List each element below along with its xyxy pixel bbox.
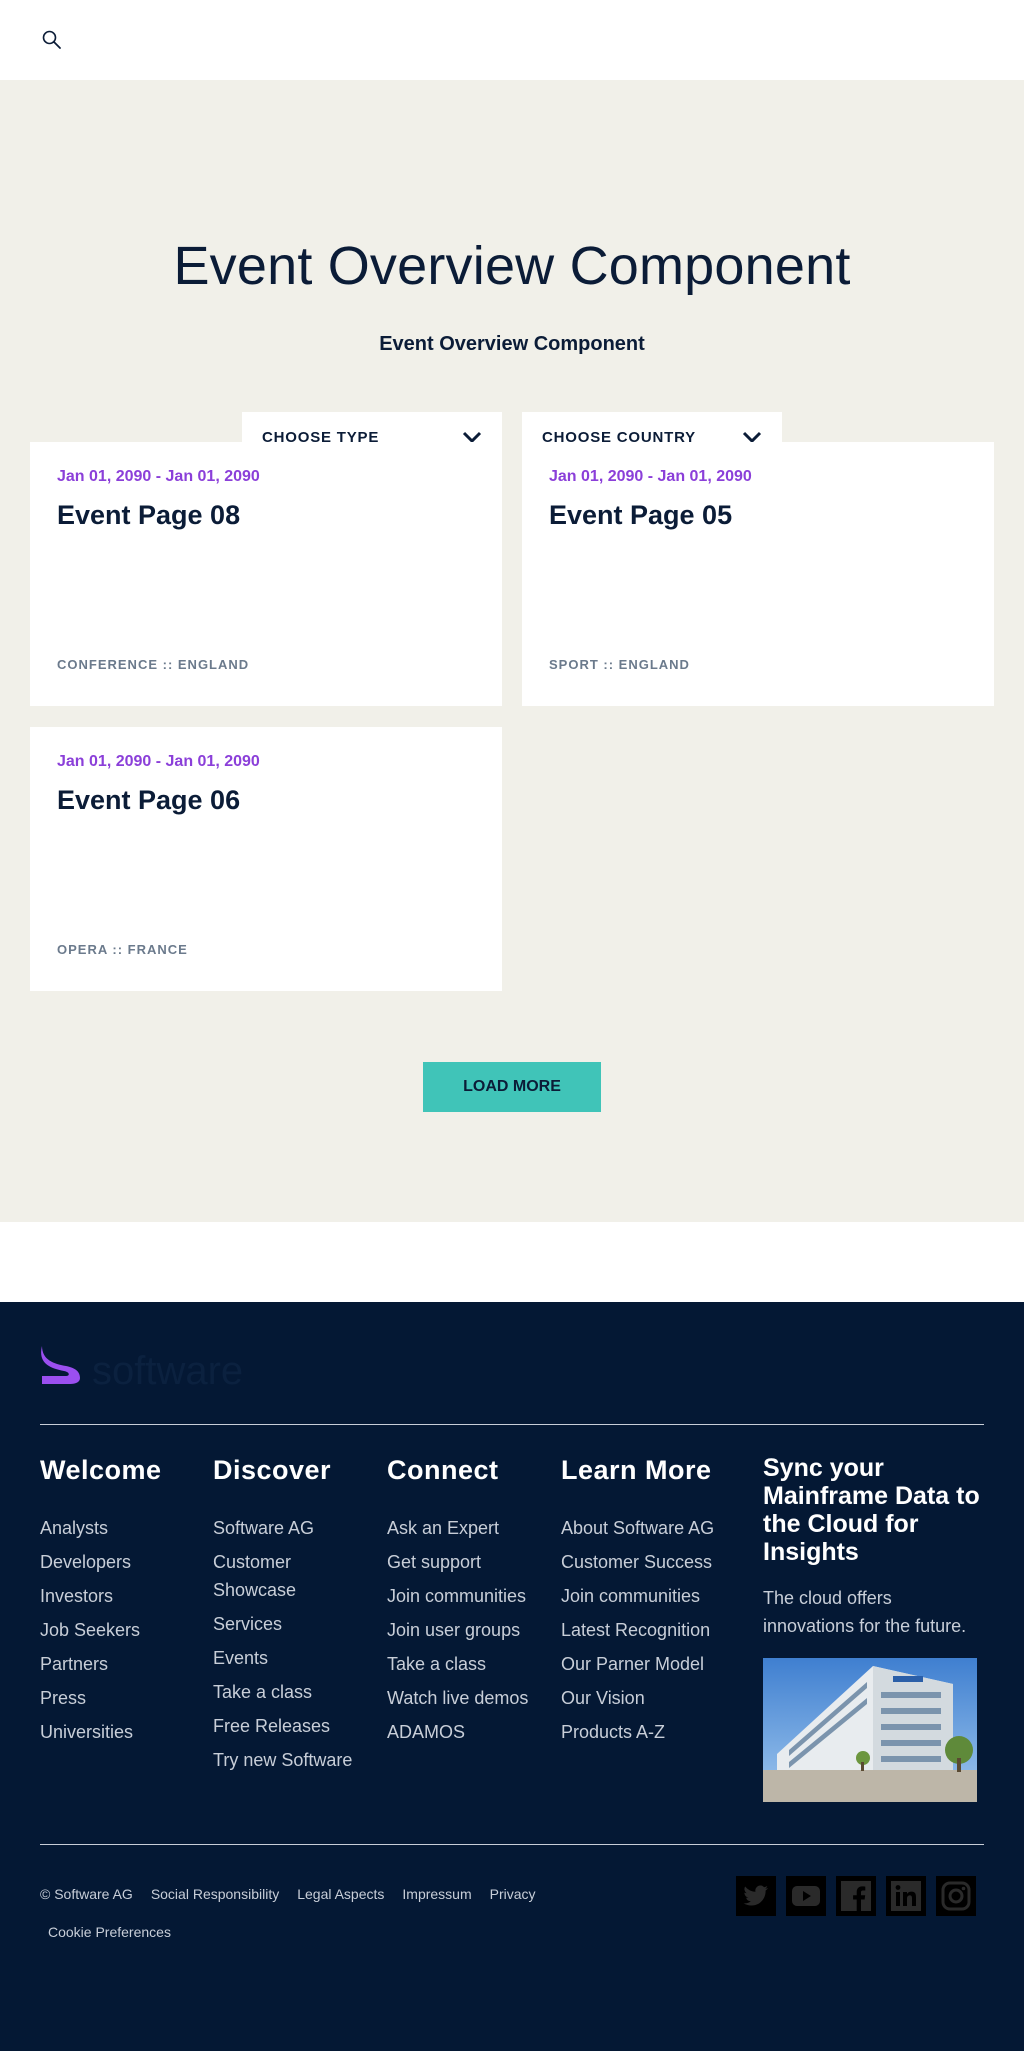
footer-link[interactable]: Take a class: [213, 1678, 373, 1706]
event-overview-section: Event Overview Component Event Overview …: [0, 80, 1024, 1222]
footer-link[interactable]: Analysts: [40, 1514, 200, 1542]
footer-link[interactable]: Try new Software: [213, 1746, 373, 1774]
footer-column-welcome: Welcome Analysts Developers Investors Jo…: [40, 1457, 200, 1752]
footer-link[interactable]: Software AG: [213, 1514, 373, 1542]
footer-link[interactable]: Our Parner Model: [561, 1650, 736, 1678]
footer-link[interactable]: ADAMOS: [387, 1718, 562, 1746]
logo-wordmark: software: [92, 1349, 243, 1393]
footer-link[interactable]: Watch live demos: [387, 1684, 562, 1712]
copyright-text: © Software AG: [40, 1886, 133, 1902]
footer-link[interactable]: Take a class: [387, 1650, 562, 1678]
footer-link[interactable]: Press: [40, 1684, 200, 1712]
event-category: CONFERENCE :: ENGLAND: [57, 657, 250, 672]
top-bar: [0, 0, 1024, 80]
facebook-icon[interactable]: [836, 1876, 876, 1916]
footer-column-learn-more: Learn More About Software AG Customer Su…: [561, 1457, 736, 1752]
footer-link[interactable]: Investors: [40, 1582, 200, 1610]
instagram-icon[interactable]: [936, 1876, 976, 1916]
software-ag-logo[interactable]: software: [40, 1342, 300, 1398]
legal-links: © Software AG Social Responsibility Lega…: [40, 1886, 536, 1902]
footer-link[interactable]: Services: [213, 1610, 373, 1638]
footer-link[interactable]: Join communities: [561, 1582, 736, 1610]
footer-link[interactable]: Latest Recognition: [561, 1616, 736, 1644]
social-responsibility-link[interactable]: Social Responsibility: [151, 1886, 279, 1902]
footer-divider: [40, 1424, 984, 1425]
footer-link[interactable]: Get support: [387, 1548, 562, 1576]
promo-text: The cloud offers innovations for the fut…: [763, 1588, 967, 1636]
footer-promo: Sync your Mainframe Data to the Cloud fo…: [763, 1454, 983, 1802]
footer-column-discover: Discover Software AG Customer Showcase S…: [213, 1457, 373, 1780]
event-title[interactable]: Event Page 05: [549, 500, 732, 531]
event-title[interactable]: Event Page 06: [57, 785, 240, 816]
section-spacer: [0, 1222, 1024, 1302]
social-links: [736, 1876, 976, 1916]
site-footer: software Welcome Analysts Developers Inv…: [0, 1302, 1024, 2051]
footer-heading: Welcome: [40, 1455, 162, 1485]
footer-column-connect: Connect Ask an Expert Get support Join c…: [387, 1457, 562, 1752]
footer-link[interactable]: Customer Showcase: [213, 1548, 373, 1604]
footer-link[interactable]: About Software AG: [561, 1514, 736, 1542]
event-date: Jan 01, 2090 - Jan 01, 2090: [549, 468, 752, 485]
event-card[interactable]: Jan 01, 2090 - Jan 01, 2090 Event Page 0…: [522, 442, 994, 706]
footer-link[interactable]: Free Releases: [213, 1712, 373, 1740]
event-date: Jan 01, 2090 - Jan 01, 2090: [57, 753, 260, 770]
page-subtitle: Event Overview Component: [379, 333, 645, 355]
footer-link[interactable]: Join user groups: [387, 1616, 562, 1644]
twitter-icon[interactable]: [736, 1876, 776, 1916]
office-building-image[interactable]: [763, 1658, 977, 1802]
event-date: Jan 01, 2090 - Jan 01, 2090: [57, 468, 260, 485]
footer-heading: Connect: [387, 1455, 499, 1485]
legal-aspects-link[interactable]: Legal Aspects: [297, 1886, 384, 1902]
event-card[interactable]: Jan 01, 2090 - Jan 01, 2090 Event Page 0…: [30, 727, 502, 991]
footer-link[interactable]: Our Vision: [561, 1684, 736, 1712]
footer-heading: Discover: [213, 1455, 332, 1485]
footer-link[interactable]: Products A-Z: [561, 1718, 736, 1746]
load-more-button[interactable]: LOAD MORE: [423, 1062, 601, 1112]
footer-link[interactable]: Job Seekers: [40, 1616, 200, 1644]
footer-divider: [40, 1844, 984, 1845]
linkedin-icon[interactable]: [886, 1876, 926, 1916]
footer-heading: Learn More: [561, 1455, 712, 1485]
search-icon[interactable]: [40, 28, 64, 52]
footer-link[interactable]: Customer Success: [561, 1548, 736, 1576]
footer-link[interactable]: Partners: [40, 1650, 200, 1678]
footer-link[interactable]: Ask an Expert: [387, 1514, 562, 1542]
impressum-link[interactable]: Impressum: [402, 1886, 471, 1902]
event-card[interactable]: Jan 01, 2090 - Jan 01, 2090 Event Page 0…: [30, 442, 502, 706]
footer-link[interactable]: Developers: [40, 1548, 200, 1576]
footer-link[interactable]: Events: [213, 1644, 373, 1672]
promo-title[interactable]: Sync your Mainframe Data to the Cloud fo…: [763, 1454, 983, 1566]
event-category: SPORT :: ENGLAND: [549, 657, 690, 672]
footer-link[interactable]: Universities: [40, 1718, 200, 1746]
page-title: Event Overview Component: [173, 236, 851, 296]
footer-link[interactable]: Join communities: [387, 1582, 562, 1610]
cookie-preferences-link[interactable]: Cookie Preferences: [48, 1924, 171, 1940]
event-category: OPERA :: FRANCE: [57, 942, 188, 957]
privacy-link[interactable]: Privacy: [490, 1886, 536, 1902]
event-title[interactable]: Event Page 08: [57, 500, 240, 531]
youtube-icon[interactable]: [786, 1876, 826, 1916]
